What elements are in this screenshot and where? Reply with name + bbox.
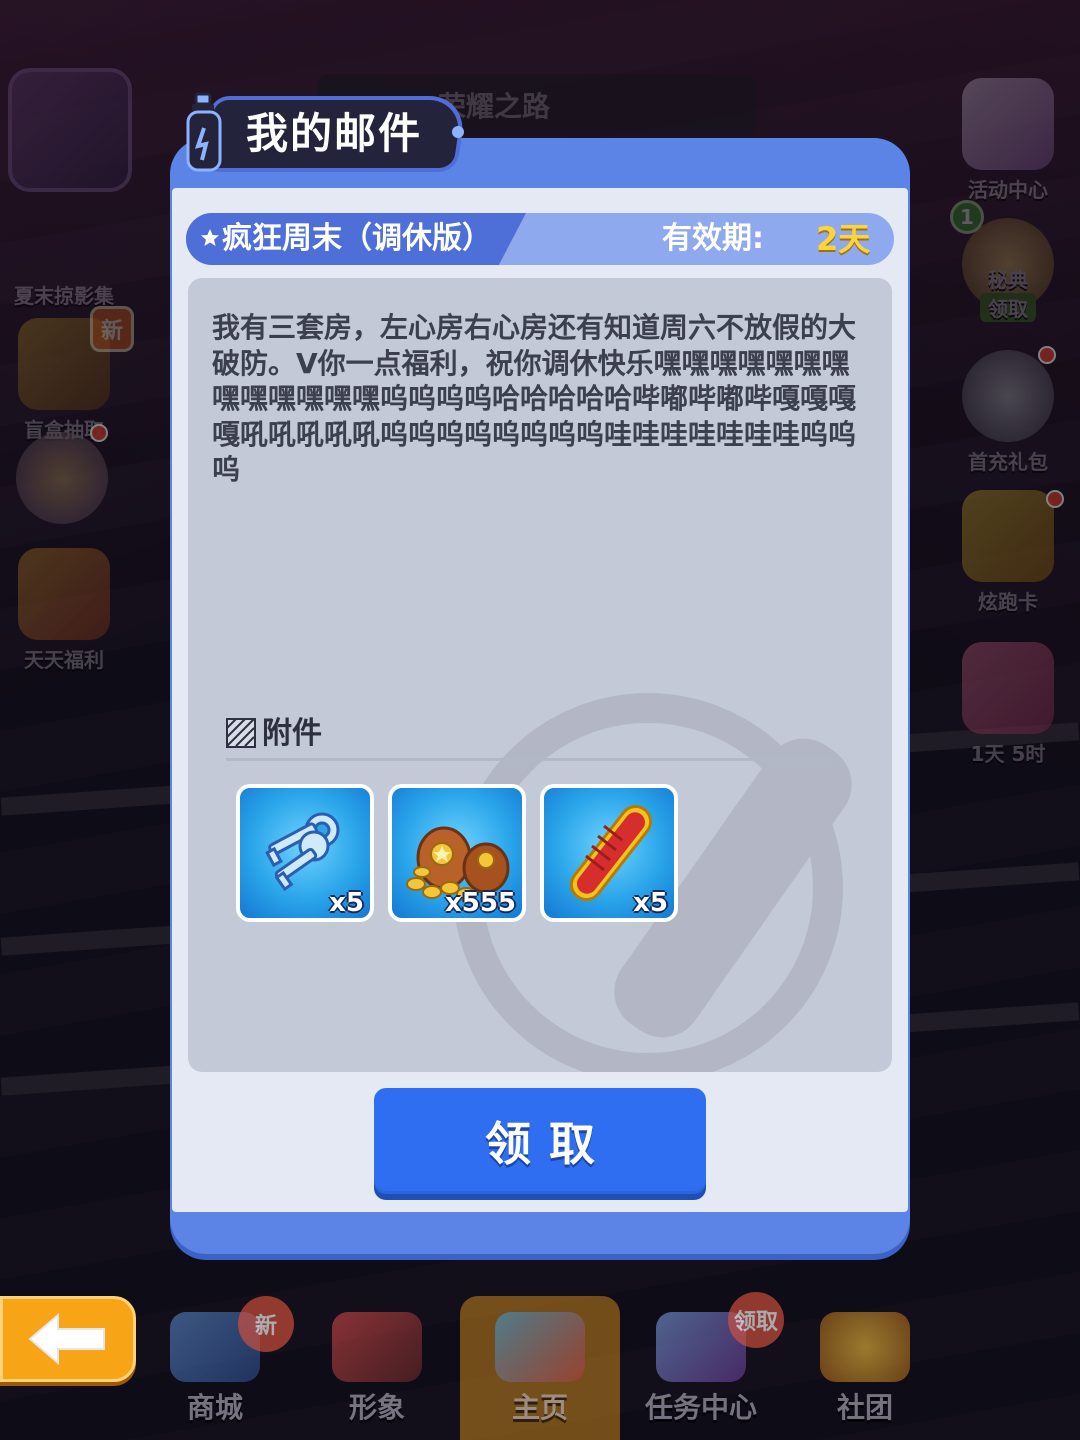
attachments-divider: [226, 758, 836, 761]
attachment-item-keys[interactable]: x5: [236, 784, 374, 922]
claim-button-label: 领取: [485, 1118, 613, 1170]
back-button[interactable]: [0, 1296, 136, 1382]
nav-club[interactable]: 社团: [800, 1312, 930, 1440]
validity-label: 有效期:: [662, 221, 764, 256]
nav-home[interactable]: 主页: [475, 1312, 605, 1440]
spray-can-icon: [186, 92, 222, 172]
attachment-item-coins[interactable]: x555: [388, 784, 526, 922]
attachments-label: 附件: [262, 716, 322, 751]
nav-appearance[interactable]: 形象: [312, 1312, 442, 1440]
mail-body-text: 我有三套房，左心房右心房还有知道周六不放假的大破防。V你一点福利，祝你调休快乐嘿…: [212, 311, 857, 486]
nav-new-badge: 新: [238, 1296, 294, 1352]
nav-claim-badge: 领取: [728, 1292, 784, 1348]
item-quantity: x5: [633, 888, 668, 918]
validity-value: 2天: [816, 220, 871, 258]
attachment-icon: [226, 718, 256, 748]
mail-subject: 疯狂周末（调休版）: [222, 221, 492, 256]
star-icon: [201, 229, 219, 246]
dialog-title: 我的邮件: [246, 109, 423, 158]
claim-button[interactable]: 领取: [374, 1088, 706, 1194]
hoverboard-nav-icon: [495, 1312, 585, 1382]
club-icon: [820, 1312, 910, 1382]
item-quantity: x555: [444, 888, 516, 918]
item-quantity: x5: [329, 888, 364, 918]
attachment-item-hoverboard[interactable]: x5: [540, 784, 678, 922]
character-head-icon: [332, 1312, 422, 1382]
sparkle-icon: [452, 126, 464, 138]
back-arrow-icon: [28, 1312, 105, 1366]
mail-content-panel: 我有三套房，左心房右心房还有知道周六不放假的大破防。V你一点福利，祝你调休快乐嘿…: [188, 278, 892, 1072]
